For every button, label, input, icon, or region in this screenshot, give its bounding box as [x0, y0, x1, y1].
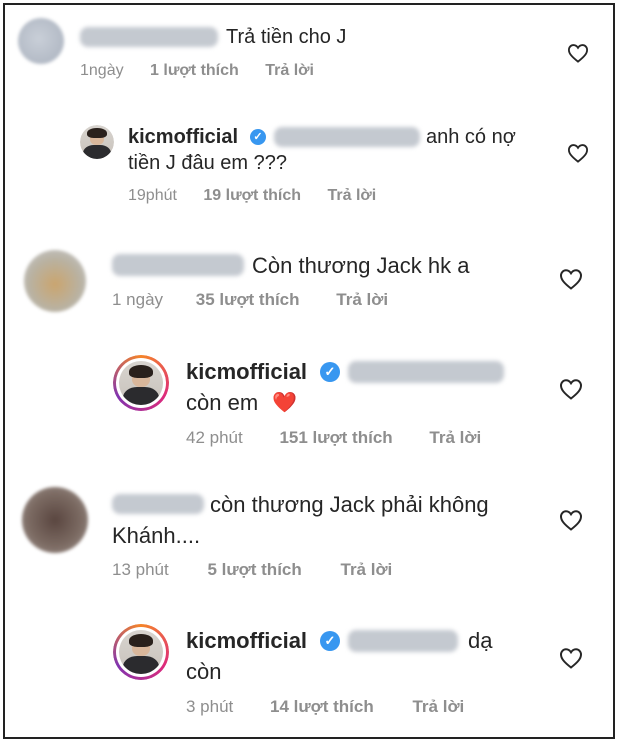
comment-text-line1: anh có nợ	[426, 126, 516, 148]
comment-text: Trả tiền cho J	[226, 26, 347, 48]
heart-icon[interactable]	[559, 509, 583, 531]
verified-badge-icon: ✓	[250, 129, 266, 145]
comment-text-line1: còn thương Jack phải không	[210, 492, 489, 517]
reply-button[interactable]: Trả lời	[341, 560, 393, 579]
reply-button[interactable]: Trả lời	[429, 428, 481, 447]
comment-time: 13 phút	[112, 560, 169, 579]
screenshot-frame	[3, 3, 615, 739]
username[interactable]: kicmofficial	[128, 126, 238, 149]
heart-icon[interactable]	[559, 378, 583, 400]
avatar[interactable]	[80, 125, 114, 159]
comment-meta: 42 phút 151 lượt thích Trả lời	[186, 428, 481, 448]
heart-icon[interactable]	[567, 43, 589, 63]
comment-text-line1: dạ	[468, 628, 493, 653]
reply-button[interactable]: Trả lời	[327, 187, 376, 204]
likes-count[interactable]: 14 lượt thích	[270, 697, 374, 716]
verified-badge-icon: ✓	[320, 362, 340, 382]
avatar[interactable]	[18, 18, 64, 64]
heart-icon[interactable]	[559, 647, 583, 669]
avatar[interactable]	[113, 624, 169, 680]
blurred-mention[interactable]	[348, 630, 458, 652]
blurred-mention[interactable]	[348, 361, 504, 383]
comment-meta: 1ngày 1 lượt thích Trả lời	[80, 62, 314, 80]
comment-time: 3 phút	[186, 697, 234, 716]
comment-text-line2: còn em	[186, 390, 259, 415]
username[interactable]: kicmofficial	[186, 359, 307, 385]
avatar[interactable]	[113, 355, 169, 411]
avatar[interactable]	[24, 250, 86, 312]
heart-icon[interactable]	[567, 143, 589, 163]
heart-emoji: ❤️	[272, 392, 297, 414]
likes-count[interactable]: 5 lượt thích	[207, 560, 301, 579]
likes-count[interactable]: 1 lượt thích	[150, 62, 239, 79]
comment-meta: 3 phút 14 lượt thích Trả lời	[186, 697, 464, 717]
comment-meta: 19phút 19 lượt thích Trả lời	[128, 187, 376, 205]
blurred-mention[interactable]	[274, 127, 420, 147]
likes-count[interactable]: 151 lượt thích	[279, 428, 392, 447]
heart-icon[interactable]	[559, 268, 583, 290]
comment-text: Còn thương Jack hk a	[252, 253, 470, 278]
comment-meta: 13 phút 5 lượt thích Trả lời	[112, 560, 392, 580]
reply-button[interactable]: Trả lời	[336, 290, 388, 309]
reply-button[interactable]: Trả lời	[412, 697, 464, 716]
comment-time: 19phút	[128, 187, 177, 204]
comment-text-line2: Khánh....	[112, 523, 201, 548]
avatar[interactable]	[22, 487, 88, 553]
likes-count[interactable]: 35 lượt thích	[196, 290, 300, 309]
verified-badge-icon: ✓	[320, 631, 340, 651]
blurred-username[interactable]	[80, 27, 218, 47]
comment-time: 1 ngày	[112, 290, 164, 309]
comment-meta: 1 ngày 35 lượt thích Trả lời	[112, 290, 388, 310]
comment-text-line2: tiền J đâu em ???	[128, 152, 287, 174]
comment-text-line2: còn	[186, 659, 222, 684]
reply-button[interactable]: Trả lời	[265, 62, 314, 79]
comment-time: 42 phút	[186, 428, 243, 447]
blurred-username[interactable]	[112, 494, 204, 514]
likes-count[interactable]: 19 lượt thích	[203, 187, 301, 204]
comment-time: 1ngày	[80, 62, 124, 79]
blurred-username[interactable]	[112, 254, 244, 276]
username[interactable]: kicmofficial	[186, 628, 307, 654]
